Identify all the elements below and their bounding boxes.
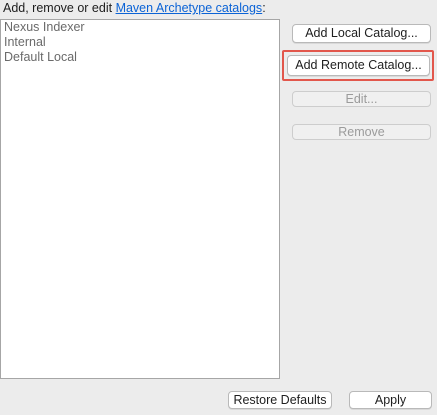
list-item[interactable]: Internal (1, 35, 279, 50)
list-item[interactable]: Nexus Indexer (1, 20, 279, 35)
restore-defaults-button[interactable]: Restore Defaults (228, 391, 332, 409)
intro-text: Add, remove or edit (3, 1, 116, 15)
catalogs-description: Add, remove or edit Maven Archetype cata… (3, 1, 266, 16)
maven-archetype-catalogs-link[interactable]: Maven Archetype catalogs (116, 1, 263, 15)
apply-button[interactable]: Apply (349, 391, 432, 409)
add-remote-catalog-button[interactable]: Add Remote Catalog... (287, 55, 430, 76)
edit-button[interactable]: Edit... (292, 91, 431, 107)
intro-colon: : (262, 1, 266, 15)
add-local-catalog-button[interactable]: Add Local Catalog... (292, 24, 431, 43)
catalog-list[interactable]: Nexus Indexer Internal Default Local (0, 19, 280, 379)
list-item[interactable]: Default Local (1, 50, 279, 65)
remove-button[interactable]: Remove (292, 124, 431, 140)
